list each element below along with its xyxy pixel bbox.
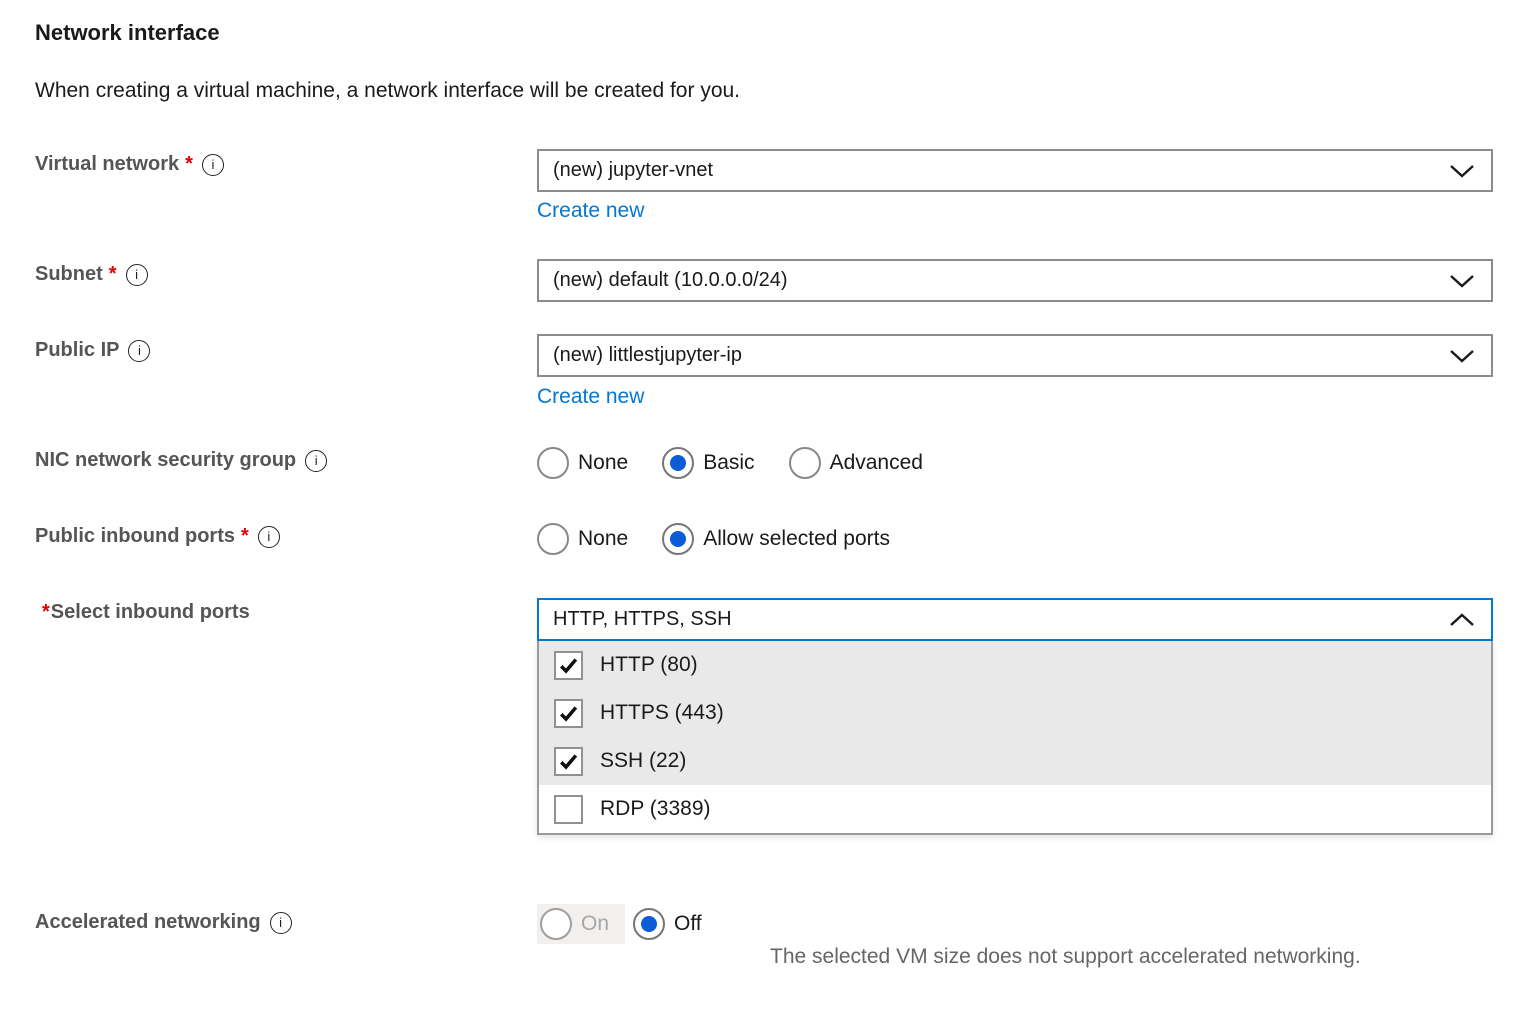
- info-icon[interactable]: [305, 450, 327, 472]
- required-asterisk: *: [185, 153, 193, 176]
- accelerated-networking-label: Accelerated networking: [35, 911, 292, 934]
- nic-nsg-basic-radio[interactable]: Basic: [662, 447, 754, 479]
- public-ip-value: (new) littlestjupyter-ip: [553, 344, 742, 367]
- public-inbound-ports-radio-group: None Allow selected ports: [537, 523, 890, 555]
- checkbox-icon: [554, 747, 583, 776]
- accelerated-networking-toggle: On Off: [537, 904, 702, 944]
- accelerated-networking-on-radio: On: [540, 908, 609, 940]
- info-icon[interactable]: [202, 154, 224, 176]
- radio-icon: [633, 908, 665, 940]
- radio-icon: [662, 523, 694, 555]
- info-icon[interactable]: [128, 340, 150, 362]
- chevron-down-icon: [1449, 164, 1475, 178]
- info-icon[interactable]: [270, 912, 292, 934]
- nic-nsg-none-radio[interactable]: None: [537, 447, 628, 479]
- select-inbound-ports-label: *Select inbound ports: [42, 601, 250, 624]
- info-icon[interactable]: [126, 264, 148, 286]
- network-interface-section: Network interface When creating a virtua…: [0, 0, 1532, 1024]
- accelerated-networking-note: The selected VM size does not support ac…: [770, 945, 1361, 969]
- required-asterisk: *: [109, 263, 117, 286]
- dropdown-option-ssh[interactable]: SSH (22): [539, 737, 1491, 785]
- public-ip-create-new-link[interactable]: Create new: [537, 385, 644, 409]
- radio-icon: [537, 447, 569, 479]
- subnet-select[interactable]: (new) default (10.0.0.0/24): [537, 259, 1493, 302]
- public-inbound-ports-none-radio[interactable]: None: [537, 523, 628, 555]
- inbound-ports-dropdown: HTTP (80) HTTPS (443) SSH (22) RDP (3389…: [537, 641, 1493, 835]
- accelerated-networking-off-radio[interactable]: Off: [633, 908, 702, 940]
- virtual-network-value: (new) jupyter-vnet: [553, 159, 713, 182]
- nic-nsg-radio-group: None Basic Advanced: [537, 447, 923, 479]
- virtual-network-select[interactable]: (new) jupyter-vnet: [537, 149, 1493, 192]
- nic-nsg-advanced-radio[interactable]: Advanced: [789, 447, 923, 479]
- public-inbound-ports-allow-radio[interactable]: Allow selected ports: [662, 523, 890, 555]
- select-inbound-ports-combobox[interactable]: HTTP, HTTPS, SSH: [537, 598, 1493, 641]
- chevron-down-icon: [1449, 349, 1475, 363]
- radio-icon: [789, 447, 821, 479]
- dropdown-option-http[interactable]: HTTP (80): [539, 641, 1491, 689]
- public-inbound-ports-label: Public inbound ports*: [35, 525, 280, 548]
- radio-icon: [662, 447, 694, 479]
- dropdown-option-https[interactable]: HTTPS (443): [539, 689, 1491, 737]
- info-icon[interactable]: [258, 526, 280, 548]
- subnet-label: Subnet*: [35, 263, 148, 286]
- public-ip-select[interactable]: (new) littlestjupyter-ip: [537, 334, 1493, 377]
- dropdown-option-rdp[interactable]: RDP (3389): [539, 785, 1491, 833]
- accelerated-networking-on-wrap: On: [537, 904, 625, 944]
- checkbox-icon: [554, 651, 583, 680]
- section-title: Network interface: [35, 20, 220, 46]
- required-asterisk: *: [241, 525, 249, 548]
- virtual-network-create-new-link[interactable]: Create new: [537, 199, 644, 223]
- section-description: When creating a virtual machine, a netwo…: [35, 79, 740, 103]
- checkbox-icon: [554, 699, 583, 728]
- select-inbound-ports-value: HTTP, HTTPS, SSH: [553, 608, 732, 631]
- chevron-down-icon: [1449, 274, 1475, 288]
- subnet-value: (new) default (10.0.0.0/24): [553, 269, 788, 292]
- required-asterisk: *: [42, 601, 50, 624]
- virtual-network-label: Virtual network*: [35, 153, 224, 176]
- chevron-up-icon: [1449, 613, 1475, 627]
- radio-icon: [537, 523, 569, 555]
- public-ip-label: Public IP: [35, 339, 150, 362]
- checkbox-icon: [554, 795, 583, 824]
- radio-icon: [540, 908, 572, 940]
- nic-nsg-label: NIC network security group: [35, 449, 327, 472]
